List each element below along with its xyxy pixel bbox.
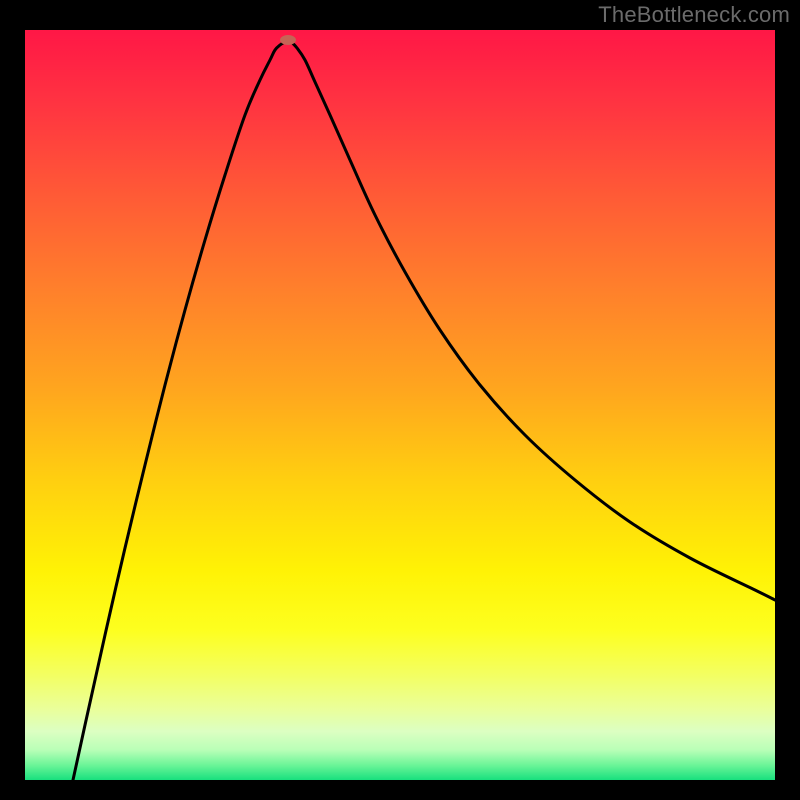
- attribution-text: TheBottleneck.com: [598, 2, 790, 28]
- gradient-background: [25, 30, 775, 780]
- chart-frame: TheBottleneck.com: [0, 0, 800, 800]
- optimum-marker: [280, 35, 296, 45]
- bottleneck-plot: [25, 30, 775, 780]
